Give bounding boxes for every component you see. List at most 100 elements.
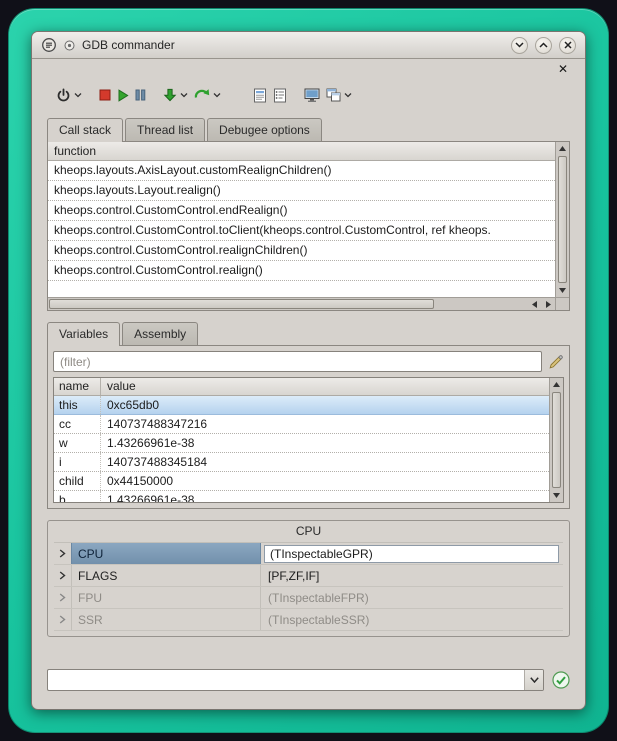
- maximize-button[interactable]: [535, 37, 552, 54]
- column-header-value[interactable]: value: [101, 378, 549, 395]
- pause-icon: [135, 89, 146, 101]
- call-stack-row[interactable]: kheops.layouts.Layout.realign(): [48, 181, 555, 201]
- vertical-scrollbar[interactable]: [549, 378, 563, 502]
- cpu-row[interactable]: FPU (TInspectableFPR): [54, 587, 563, 609]
- column-header-name[interactable]: name: [54, 378, 101, 395]
- expander-icon[interactable]: [54, 565, 71, 586]
- cpu-row[interactable]: FLAGS [PF,ZF,IF]: [54, 565, 563, 587]
- power-button[interactable]: [53, 83, 85, 107]
- scrollbar-thumb[interactable]: [558, 156, 567, 283]
- tab-assembly[interactable]: Assembly: [122, 322, 198, 345]
- variables-table: name value this 0xc65db0 cc 140737488347…: [53, 377, 564, 503]
- register-group-name[interactable]: SSR: [71, 609, 261, 630]
- cpu-row[interactable]: SSR (TInspectableSSR): [54, 609, 563, 631]
- expander-icon[interactable]: [54, 609, 71, 630]
- scroll-up-icon[interactable]: [556, 142, 569, 155]
- variable-row[interactable]: child 0x44150000: [54, 472, 549, 491]
- register-group-value[interactable]: (TInspectableFPR): [261, 591, 563, 605]
- combo-dropdown-button[interactable]: [524, 670, 543, 690]
- call-stack-row[interactable]: kheops.control.CustomControl.realignChil…: [48, 241, 555, 261]
- target-screen-button[interactable]: [301, 83, 323, 107]
- chevron-down-icon: [344, 92, 352, 98]
- register-group-value[interactable]: (TInspectableGPR): [264, 545, 559, 563]
- chevron-down-icon: [530, 677, 539, 683]
- variable-row[interactable]: w 1.43266961e-38: [54, 434, 549, 453]
- scrollbar-trough[interactable]: [435, 298, 527, 310]
- titlebar[interactable]: GDB commander: [32, 32, 585, 59]
- chevron-down-icon: [74, 92, 82, 98]
- call-stack-column-header[interactable]: function: [48, 142, 555, 161]
- call-stack-row[interactable]: kheops.control.CustomControl.toClient(kh…: [48, 221, 555, 241]
- arrow-down-icon: [163, 88, 177, 102]
- chevron-down-icon: [213, 92, 221, 98]
- dock-close-button[interactable]: ✕: [556, 62, 570, 76]
- list-icon: [273, 88, 287, 103]
- pause-button[interactable]: [132, 83, 149, 107]
- scroll-left-icon[interactable]: [527, 298, 541, 310]
- window-body: ✕: [32, 59, 585, 709]
- scroll-right-icon[interactable]: [541, 298, 555, 310]
- register-group-value[interactable]: [PF,ZF,IF]: [261, 569, 563, 583]
- window-badge-icon: [64, 40, 75, 51]
- dock-header: ✕: [47, 59, 570, 78]
- cpu-inspector: CPU (TInspectableGPR) FLAGS [PF,ZF,IF] F…: [54, 542, 563, 631]
- pen-icon[interactable]: [548, 354, 564, 370]
- confirm-button[interactable]: [552, 671, 570, 689]
- check-icon: [552, 671, 570, 689]
- decorative-frame: GDB commander ✕: [8, 8, 609, 733]
- tab-variables[interactable]: Variables: [47, 322, 120, 346]
- variable-name: cc: [54, 415, 101, 433]
- variable-name: child: [54, 472, 101, 490]
- command-input[interactable]: [48, 670, 524, 690]
- cpu-row[interactable]: CPU (TInspectableGPR): [54, 543, 563, 565]
- variable-value: 0xc65db0: [101, 396, 549, 414]
- filter-input[interactable]: [53, 351, 542, 372]
- expander-icon[interactable]: [54, 587, 71, 608]
- cpu-group: CPU CPU (TInspectableGPR) FLAGS [PF,ZF,I…: [47, 520, 570, 637]
- variables-table-header: name value: [54, 378, 549, 396]
- chevron-down-icon: [515, 42, 524, 48]
- call-stack-row[interactable]: kheops.control.CustomControl.realign(): [48, 261, 555, 281]
- stop-button[interactable]: [96, 83, 114, 107]
- call-stack-row[interactable]: kheops.control.CustomControl.endRealign(…: [48, 201, 555, 221]
- scrollbar-thumb[interactable]: [552, 392, 561, 488]
- minimize-button[interactable]: [511, 37, 528, 54]
- variable-row[interactable]: cc 140737488347216: [54, 415, 549, 434]
- show-source-button[interactable]: [250, 83, 270, 107]
- call-stack-row[interactable]: kheops.layouts.AxisLayout.customRealignC…: [48, 161, 555, 181]
- tab-thread-list[interactable]: Thread list: [125, 118, 205, 141]
- play-icon: [117, 89, 129, 102]
- variable-name: w: [54, 434, 101, 452]
- register-group-name[interactable]: CPU: [71, 543, 261, 564]
- command-combobox[interactable]: [47, 669, 544, 691]
- variable-value: 1.43266961e-38: [101, 434, 549, 452]
- variable-row[interactable]: this 0xc65db0: [54, 396, 549, 415]
- expander-icon[interactable]: [54, 543, 71, 564]
- variable-name: i: [54, 453, 101, 471]
- variable-row[interactable]: b 1.43266961e-38: [54, 491, 549, 503]
- register-group-value[interactable]: (TInspectableSSR): [261, 613, 563, 627]
- tab-debugee-options[interactable]: Debugee options: [207, 118, 322, 141]
- variable-name: b: [54, 491, 101, 503]
- run-button[interactable]: [114, 83, 132, 107]
- register-group-name[interactable]: FPU: [71, 587, 261, 608]
- scroll-down-icon[interactable]: [550, 489, 563, 502]
- close-button[interactable]: [559, 37, 576, 54]
- variable-row[interactable]: i 140737488345184: [54, 453, 549, 472]
- horizontal-scrollbar[interactable]: [48, 297, 555, 310]
- close-icon: [564, 41, 572, 49]
- tab-call-stack[interactable]: Call stack: [47, 118, 123, 142]
- evaluate-button[interactable]: [323, 83, 355, 107]
- scroll-down-icon[interactable]: [556, 284, 569, 297]
- step-over-button[interactable]: [191, 83, 224, 107]
- gdb-commander-window: GDB commander ✕: [31, 31, 586, 710]
- scrollbar-thumb[interactable]: [49, 299, 434, 309]
- step-into-button[interactable]: [160, 83, 191, 107]
- scrollbar-corner: [555, 297, 569, 310]
- show-output-button[interactable]: [270, 83, 290, 107]
- variable-value: 1.43266961e-38: [101, 491, 549, 503]
- register-group-name[interactable]: FLAGS: [71, 565, 261, 586]
- vertical-scrollbar[interactable]: [555, 142, 569, 297]
- scroll-up-icon[interactable]: [550, 378, 563, 391]
- document-icon: [253, 88, 267, 103]
